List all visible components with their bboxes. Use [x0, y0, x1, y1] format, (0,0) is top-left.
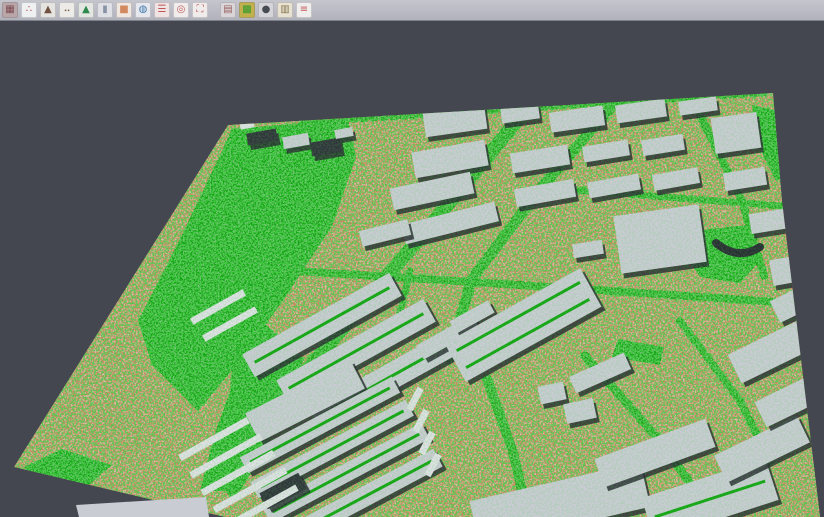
toolbar-button-dark-sphere-icon[interactable]: ●: [258, 2, 274, 18]
toolbar-button-clipboard-icon[interactable]: ▥: [277, 2, 293, 18]
red-rows-icon: ≡: [300, 5, 308, 15]
toolbar-button-ground-points-icon[interactable]: ⠤: [59, 2, 75, 18]
ground-points-icon: ⠤: [63, 5, 70, 15]
point-cloud-icon: ▦: [5, 5, 14, 15]
toolbar-button-red-rows-icon[interactable]: ≡: [296, 2, 312, 18]
toolbar-button-point-cloud-icon[interactable]: ▦: [2, 2, 18, 18]
viewport-3d[interactable]: [0, 21, 824, 517]
building-column-icon: ▮: [102, 5, 108, 15]
dashed-selection-icon: ⛶: [197, 5, 204, 15]
toolbar-button-globe-icon[interactable]: ◍: [135, 2, 151, 18]
app-window: ▦ ∴ ▲ ⠤ ▲ ▮ ■ ◍ ☰ ◎ ⛶ ▤ ▩ ● ▥ ≡: [0, 0, 824, 517]
red-grid-icon: ▤: [223, 5, 232, 15]
globe-icon: ◍: [139, 5, 148, 15]
toolbar-button-orange-box-icon[interactable]: ■: [116, 2, 132, 18]
toolbar-button-building-column-icon[interactable]: ▮: [97, 2, 113, 18]
point-cloud-render: [0, 21, 824, 517]
toolbar-button-red-list-icon[interactable]: ☰: [154, 2, 170, 18]
toolbar-button-scatter-classify-icon[interactable]: ∴: [21, 2, 37, 18]
red-ring-icon: ◎: [177, 5, 186, 15]
toolbar-button-vegetation-icon[interactable]: ▲: [78, 2, 94, 18]
scatter-classify-icon: ∴: [26, 5, 32, 15]
scan-area: [0, 21, 824, 517]
roof-speckle-noise: [0, 21, 824, 517]
toolbar-button-red-grid-icon[interactable]: ▤: [220, 2, 236, 18]
classification-palette-icon: ▩: [242, 5, 251, 15]
dark-sphere-icon: ●: [262, 5, 271, 15]
toolbar-button-mountain-icon[interactable]: ▲: [40, 2, 56, 18]
mountain-icon: ▲: [44, 5, 52, 15]
clipboard-icon: ▥: [280, 5, 289, 15]
foreground-roof: [76, 497, 209, 517]
toolbar-button-dashed-selection-icon[interactable]: ⛶: [192, 2, 208, 18]
toolbar-button-classification-palette-icon[interactable]: ▩: [239, 2, 255, 18]
vegetation-icon: ▲: [82, 5, 90, 15]
toolbar-button-red-ring-icon[interactable]: ◎: [173, 2, 189, 18]
red-list-icon: ☰: [158, 5, 167, 15]
main-toolbar: ▦ ∴ ▲ ⠤ ▲ ▮ ■ ◍ ☰ ◎ ⛶ ▤ ▩ ● ▥ ≡: [0, 0, 824, 21]
orange-box-icon: ■: [119, 5, 128, 15]
